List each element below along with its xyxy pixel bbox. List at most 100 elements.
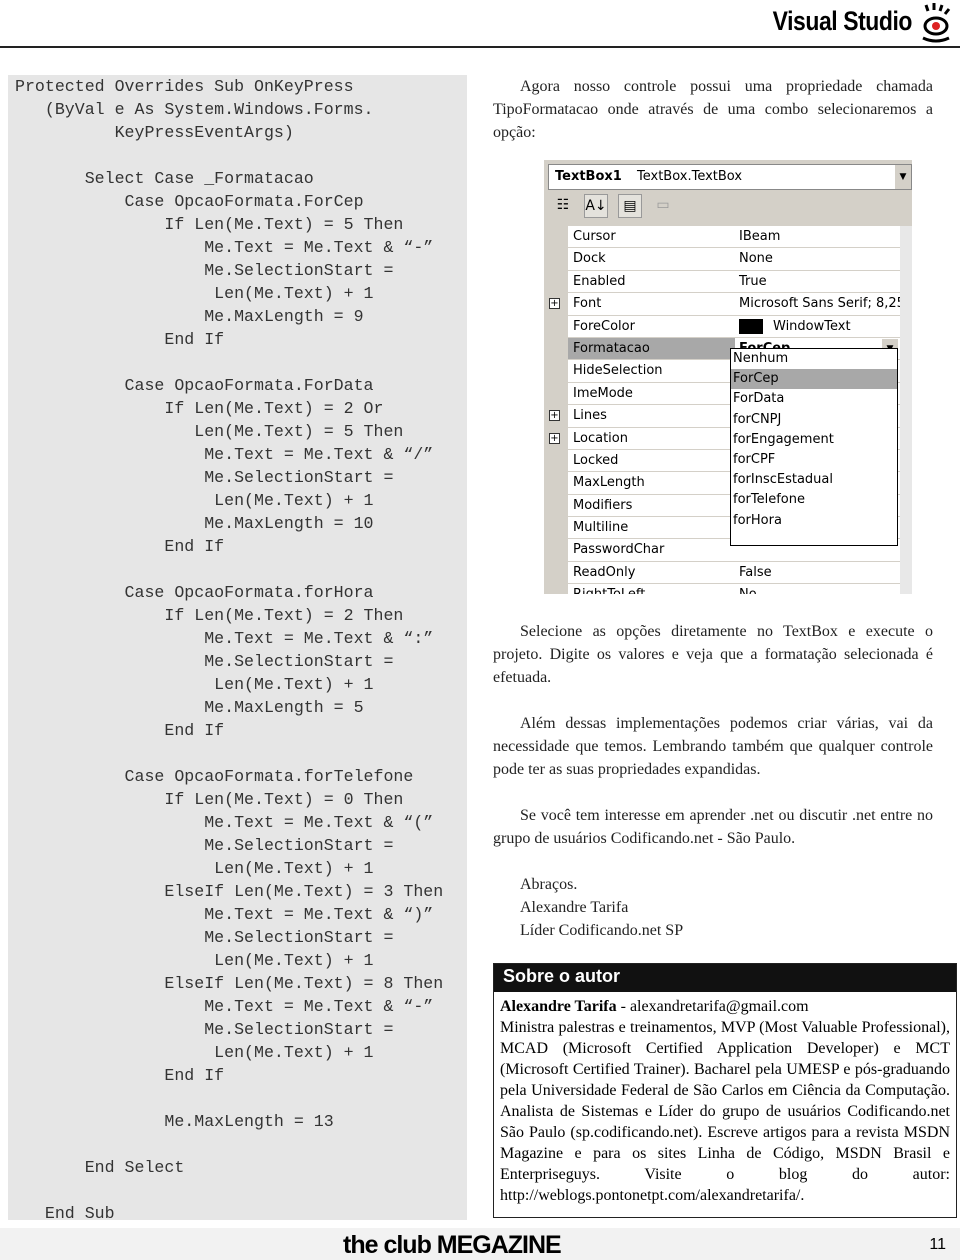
property-value[interactable]: True <box>735 270 900 293</box>
object-selector[interactable]: TextBox1 TextBox.TextBox ▼ <box>548 164 912 190</box>
object-type: TextBox.TextBox <box>637 169 743 184</box>
code-line: Me.Text = Me.Text & “(” <box>15 813 434 832</box>
dropdown-option[interactable]: ForData <box>731 389 897 409</box>
dropdown-option[interactable]: Nenhum <box>731 349 897 369</box>
property-row[interactable]: + FontMicrosoft Sans Serif; 8,25pt <box>544 293 900 316</box>
property-value-text: No <box>739 587 757 594</box>
property-value[interactable]: None <box>735 248 900 270</box>
property-name: Lines <box>568 405 737 427</box>
scrollbar[interactable] <box>900 226 912 594</box>
dropdown-option[interactable]: forInscEstadual <box>731 470 897 490</box>
code-line: Me.Text = Me.Text & “-” <box>15 238 434 257</box>
code-line: Len(Me.Text) + 1 <box>15 491 374 510</box>
magazine-logo: the club MEGAZINE <box>343 1231 562 1260</box>
code-line: Me.MaxLength = 9 <box>15 307 364 326</box>
section-title: Visual Studio <box>772 6 913 36</box>
code-line: Me.SelectionStart = <box>15 836 394 855</box>
page-number: 11 <box>929 1236 946 1253</box>
code-line: ElseIf Len(Me.Text) = 8 Then <box>15 974 444 993</box>
code-line: Me.SelectionStart = <box>15 1020 394 1039</box>
sort-alphabetical-icon[interactable]: A↓ <box>584 194 608 218</box>
properties-icon[interactable]: ▤ <box>618 194 642 218</box>
code-line: Me.MaxLength = 5 <box>15 698 364 717</box>
property-row[interactable]: Dock None <box>544 248 900 271</box>
expand-icon[interactable]: + <box>549 298 560 310</box>
property-row[interactable]: ReadOnly False <box>544 561 900 585</box>
code-line: Me.SelectionStart = <box>15 468 394 487</box>
code-line: Len(Me.Text) + 1 <box>15 1043 374 1062</box>
intro-paragraph: Agora nosso controle possui uma propried… <box>493 75 933 144</box>
paragraph: Selecione as opções diretamente no TextB… <box>493 623 933 686</box>
code-line: End Select <box>15 1158 185 1177</box>
code-line: Case OpcaoFormata.forTelefone <box>15 767 414 786</box>
property-name: Modifiers <box>568 494 737 517</box>
paragraph: Se você tem interesse em aprender .net o… <box>493 807 933 847</box>
paragraph: Além dessas implementações podemos criar… <box>493 715 933 778</box>
property-name: Location <box>568 427 737 449</box>
dropdown-option[interactable]: ForCep <box>731 369 897 390</box>
code-line: End If <box>15 537 225 556</box>
property-name: RightToLeft <box>568 584 737 594</box>
property-value[interactable]: IBeam <box>735 226 900 248</box>
code-line: Len(Me.Text) + 1 <box>15 951 374 970</box>
formatacao-dropdown: Nenhum ForCep ForData forCNPJ forEngagement f… <box>730 348 898 546</box>
code-line: If Len(Me.Text) = 0 Then <box>15 790 404 809</box>
code-line: Len(Me.Text) + 1 <box>15 859 374 878</box>
code-line: End If <box>15 330 225 349</box>
code-line: KeyPressEventArgs) <box>15 123 294 142</box>
property-value[interactable]: False <box>735 561 900 584</box>
dropdown-option[interactable]: forTelefone <box>731 490 897 510</box>
property-name: Multiline <box>568 517 737 539</box>
signoff-name: Alexandre Tarifa <box>520 899 629 916</box>
code-line: Select Case _Formatacao <box>15 169 314 188</box>
dropdown-option[interactable]: forCPF <box>731 450 897 470</box>
about-author-box: Sobre o autor Alexandre Tarifa - alexand… <box>493 963 957 1218</box>
code-line: Case OpcaoFormata.ForData <box>15 376 374 395</box>
property-name: ImeMode <box>568 382 737 405</box>
code-line: Case OpcaoFormata.forHora <box>15 583 374 602</box>
property-value[interactable]: No <box>735 584 900 594</box>
expand-icon[interactable]: + <box>549 432 560 444</box>
property-value-text: None <box>739 251 773 267</box>
code-line: Me.SelectionStart = <box>15 261 394 280</box>
dropdown-option[interactable]: forEngagement <box>731 430 897 450</box>
code-line: Me.Text = Me.Text & “:” <box>15 629 434 648</box>
code-line: Protected Overrides Sub OnKeyPress <box>15 77 354 96</box>
code-line: Len(Me.Text) + 1 <box>15 284 374 303</box>
code-line: Len(Me.Text) = 5 Then <box>15 422 404 441</box>
property-name: PasswordChar <box>568 539 737 561</box>
dropdown-option[interactable]: forCNPJ <box>731 410 897 430</box>
property-value[interactable]: WindowText <box>735 315 900 337</box>
signoff-role: Líder Codificando.net SP <box>520 922 684 939</box>
code-line: Me.Text = Me.Text & “)” <box>15 905 434 924</box>
property-name: Font <box>568 293 737 315</box>
visual-studio-logo-icon <box>922 3 951 43</box>
code-line: Me.MaxLength = 10 <box>15 514 374 533</box>
dropdown-option[interactable]: forHora <box>731 511 897 531</box>
code-line: End If <box>15 721 225 740</box>
property-row[interactable]: Cursor IBeam <box>544 226 900 249</box>
property-name: HideSelection <box>568 360 737 382</box>
expand-icon[interactable]: + <box>549 410 560 422</box>
property-name: Formatacao <box>568 337 737 360</box>
categorized-icon[interactable]: ☷ <box>552 194 574 216</box>
body-text: Selecione as opções diretamente no TextB… <box>493 620 933 942</box>
property-value-text: WindowText <box>773 318 851 334</box>
property-name: Enabled <box>568 270 737 293</box>
chevron-down-icon[interactable]: ▼ <box>895 165 911 189</box>
property-toolbar: ☷ A↓ ▤ ▭ <box>552 194 674 218</box>
property-name: Dock <box>568 248 737 270</box>
property-row[interactable]: RightToLeftNo <box>544 584 900 594</box>
property-row[interactable]: Enabled True <box>544 270 900 294</box>
code-listing: Protected Overrides Sub OnKeyPress (ByVa… <box>8 75 467 1223</box>
property-row[interactable]: ForeColor WindowText <box>544 315 900 338</box>
property-pages-icon[interactable]: ▭ <box>652 194 674 216</box>
code-line: Case OpcaoFormata.ForCep <box>15 192 364 211</box>
property-value[interactable]: Microsoft Sans Serif; 8,25pt <box>735 293 900 315</box>
code-line: If Len(Me.Text) = 2 Or <box>15 399 384 418</box>
